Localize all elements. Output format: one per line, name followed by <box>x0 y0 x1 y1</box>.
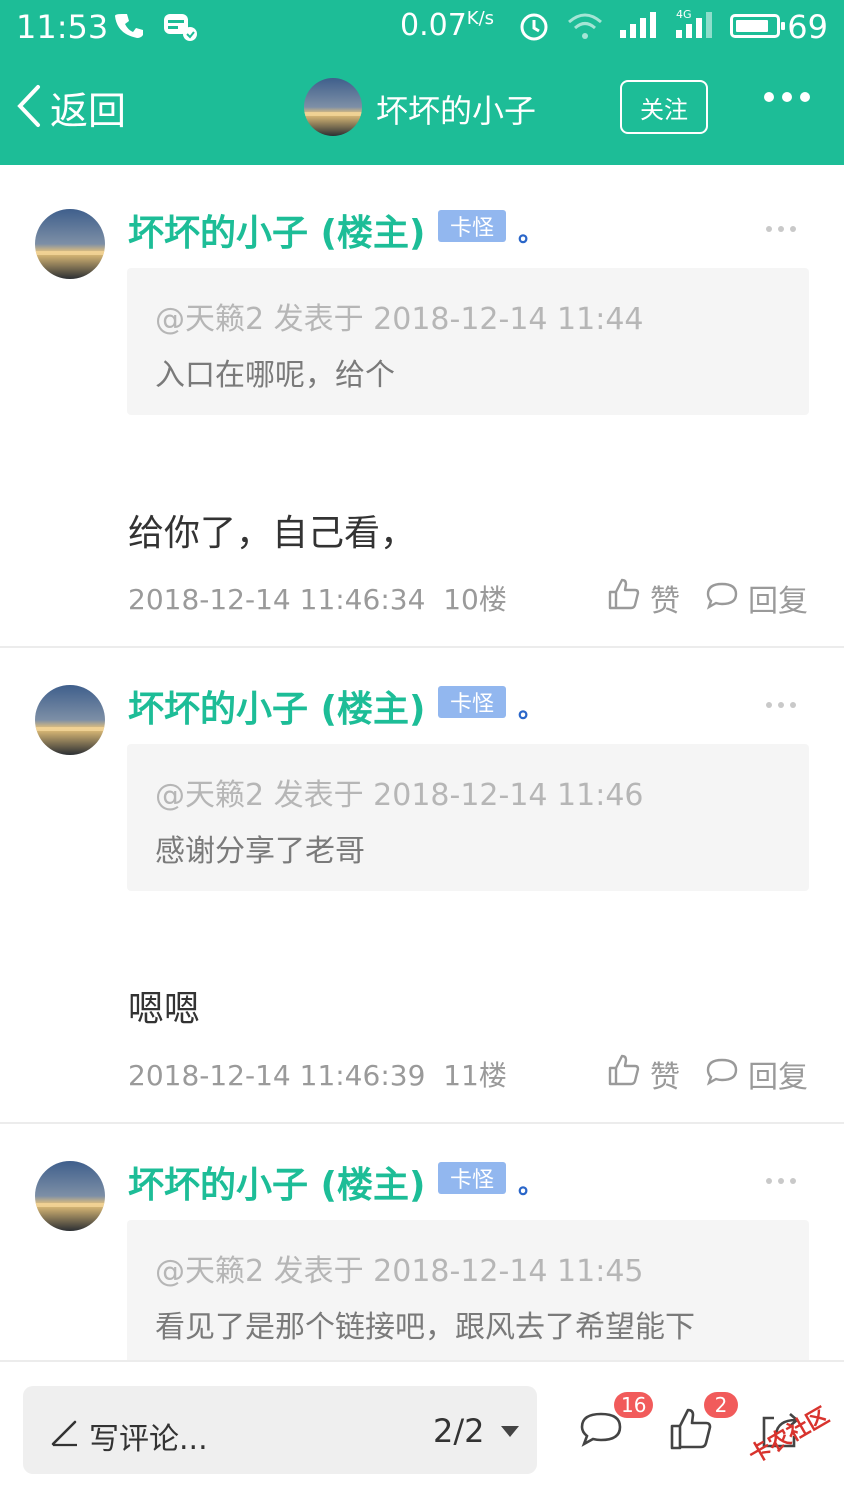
like-label: 赞 <box>650 584 680 619</box>
comment-count-badge: 16 <box>614 1392 654 1418</box>
reply-button[interactable]: 回复 <box>704 576 808 620</box>
chevron-left-icon <box>14 83 44 133</box>
user-badge: 卡怪 <box>438 210 506 242</box>
name-suffix: 。 <box>518 694 545 724</box>
quote-header: @天籁2 发表于 2018-12-14 11:44 <box>155 302 644 337</box>
post-item: 坏坏的小子 (楼主) 卡怪 。 @天籁2 发表于 2018-12-14 11:4… <box>0 650 844 1124</box>
avatar[interactable] <box>35 1161 105 1231</box>
quote-text: 看见了是那个链接吧，跟风去了希望能下 <box>155 1310 695 1345</box>
reply-label: 回复 <box>748 1060 808 1095</box>
like-button[interactable]: 赞 <box>606 1052 680 1096</box>
post-content: 给你了，自己看， <box>128 513 417 554</box>
call-icon <box>114 10 146 49</box>
follow-button[interactable]: 关注 <box>620 80 708 134</box>
pencil-icon <box>49 1416 81 1452</box>
avatar[interactable] <box>35 209 105 279</box>
bottom-bar: 写评论... 2/2 16 2 卡农社区 <box>0 1360 844 1500</box>
quote-text: 入口在哪呢，给个 <box>155 358 395 393</box>
wifi-icon <box>566 10 604 49</box>
post-timestamp: 2018-12-14 11:46:34 <box>128 583 426 616</box>
user-badge: 卡怪 <box>438 686 506 718</box>
comment-placeholder: 写评论... <box>89 1422 208 1457</box>
status-bar: 11:53 0.07K/s 4G 69 <box>0 0 844 56</box>
post-item: 坏坏的小子 (楼主) 卡怪 。 @天籁2 发表于 2018-12-14 11:4… <box>0 1126 844 1360</box>
page-indicator[interactable]: 2/2 <box>433 1412 485 1450</box>
avatar[interactable] <box>304 78 362 136</box>
like-button[interactable]: 赞 <box>606 576 680 620</box>
author-name[interactable]: 坏坏的小子 (楼主) <box>128 680 425 732</box>
battery-icon <box>730 14 785 38</box>
like-label: 赞 <box>650 1060 680 1095</box>
quote-header: @天籁2 发表于 2018-12-14 11:46 <box>155 778 644 813</box>
post-floor: 10楼 <box>443 583 507 616</box>
network-speed: 0.07K/s <box>400 8 495 43</box>
post-meta: 2018-12-14 11:46:39 11楼 <box>128 1054 507 1094</box>
back-label: 返回 <box>50 89 127 133</box>
post-meta: 2018-12-14 11:46:34 10楼 <box>128 578 507 618</box>
battery-level: 69 <box>787 8 828 46</box>
quote-text: 感谢分享了老哥 <box>155 834 365 869</box>
comment-icon <box>704 1052 740 1096</box>
user-badge: 卡怪 <box>438 1162 506 1194</box>
avatar[interactable] <box>35 685 105 755</box>
reply-button[interactable]: 回复 <box>704 1052 808 1096</box>
nav-bar: 返回 坏坏的小子 关注 <box>0 56 844 165</box>
thumbs-up-icon <box>606 1052 642 1096</box>
post-more-icon[interactable] <box>766 702 796 708</box>
reply-label: 回复 <box>748 584 808 619</box>
comment-icon <box>578 1412 624 1456</box>
name-suffix: 。 <box>518 218 545 248</box>
like-count-badge: 2 <box>704 1392 738 1418</box>
caret-down-icon[interactable] <box>501 1426 519 1437</box>
quote-block: @天籁2 发表于 2018-12-14 11:44 入口在哪呢，给个 <box>127 268 809 415</box>
alarm-icon <box>518 10 550 49</box>
post-content: 嗯嗯 <box>128 989 201 1030</box>
status-time: 11:53 <box>16 8 109 46</box>
comment-icon <box>704 576 740 620</box>
author-name[interactable]: 坏坏的小子 (楼主) <box>128 1156 425 1208</box>
thumbs-up-icon <box>668 1408 714 1456</box>
post-timestamp: 2018-12-14 11:46:39 <box>128 1059 426 1092</box>
quote-header: @天籁2 发表于 2018-12-14 11:45 <box>155 1254 644 1289</box>
quote-block: @天籁2 发表于 2018-12-14 11:46 感谢分享了老哥 <box>127 744 809 891</box>
quote-block: @天籁2 发表于 2018-12-14 11:45 看见了是那个链接吧，跟风去了… <box>127 1220 809 1360</box>
name-suffix: 。 <box>518 1170 545 1200</box>
app-header: 11:53 0.07K/s 4G 69 返回 坏坏的小子 关注 <box>0 0 844 165</box>
signal-icon-2 <box>676 12 712 38</box>
post-item: 坏坏的小子 (楼主) 卡怪 。 @天籁2 发表于 2018-12-14 11:4… <box>0 174 844 648</box>
signal-icon <box>620 12 656 38</box>
thumbs-up-icon <box>606 576 642 620</box>
page-title: 坏坏的小子 <box>376 92 537 130</box>
post-more-icon[interactable] <box>766 226 796 232</box>
more-options-icon[interactable] <box>764 92 810 102</box>
comment-input[interactable]: 写评论... 2/2 <box>23 1386 537 1474</box>
author-name[interactable]: 坏坏的小子 (楼主) <box>128 204 425 256</box>
back-button[interactable]: 返回 <box>14 80 126 135</box>
sync-icon <box>162 10 198 49</box>
post-more-icon[interactable] <box>766 1178 796 1184</box>
post-floor: 11楼 <box>443 1059 507 1092</box>
